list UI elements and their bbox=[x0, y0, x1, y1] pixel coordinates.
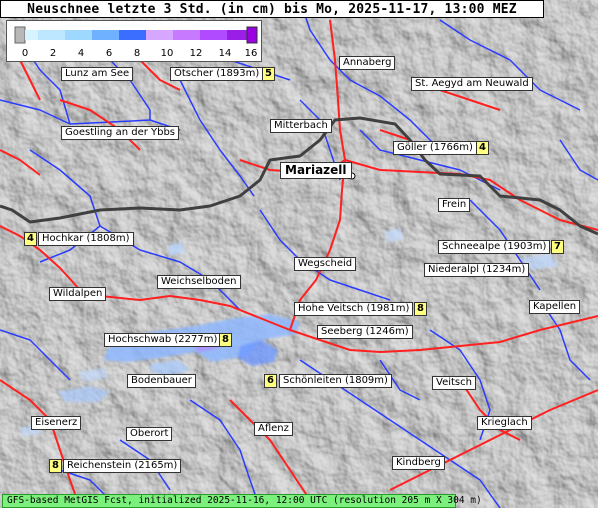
legend-tick: 14 bbox=[219, 48, 232, 59]
place-lunz-am-see[interactable]: Lunz am See bbox=[61, 67, 134, 81]
place-hochkar[interactable]: Hochkar (1808m) bbox=[38, 232, 134, 246]
snow-value-badge: 4 bbox=[24, 232, 37, 246]
place-mariazell[interactable]: Mariazell bbox=[280, 162, 352, 179]
snow-legend: 0 2 4 6 8 10 12 14 16 bbox=[6, 20, 262, 62]
snow-value-badge: 5 bbox=[262, 67, 275, 81]
place-goestling[interactable]: Goestling an der Ybbs bbox=[61, 126, 180, 140]
place-eisenerz[interactable]: Eisenerz bbox=[31, 416, 82, 430]
legend-swatch-5 bbox=[119, 30, 146, 40]
legend-tick: 0 bbox=[22, 48, 28, 59]
place-veitsch[interactable]: Veitsch bbox=[432, 376, 476, 390]
legend-colorbar: 0 2 4 6 8 10 12 14 16 bbox=[14, 26, 258, 59]
legend-swatch-1 bbox=[25, 30, 38, 40]
place-aflenz[interactable]: Aflenz bbox=[254, 422, 293, 436]
place-annaberg[interactable]: Annaberg bbox=[339, 56, 396, 70]
legend-tick: 16 bbox=[245, 48, 258, 59]
place-schneealpe[interactable]: Schneealpe (1903m) bbox=[438, 240, 551, 254]
place-niederalpl[interactable]: Niederalpl (1234m) bbox=[424, 263, 530, 277]
place-st-aegyd[interactable]: St. Aegyd am Neuwald bbox=[411, 77, 533, 91]
place-wegscheid[interactable]: Wegscheid bbox=[294, 257, 357, 271]
snow-value-badge: 4 bbox=[476, 141, 489, 155]
snow-value-badge: 8 bbox=[219, 333, 232, 347]
place-goeller[interactable]: Göller (1766m) bbox=[393, 141, 477, 155]
place-hohe-veitsch[interactable]: Hohe Veitsch (1981m) bbox=[294, 302, 414, 316]
model-info-footer: GFS-based MetGIS Fcst, initialized 2025-… bbox=[2, 494, 482, 508]
legend-swatch-7 bbox=[173, 30, 200, 40]
place-schoenleiten[interactable]: Schönleiten (1809m) bbox=[279, 374, 392, 388]
snow-value-badge: 6 bbox=[264, 374, 277, 388]
legend-swatch-2 bbox=[38, 30, 65, 40]
place-bodenbauer[interactable]: Bodenbauer bbox=[127, 374, 196, 388]
legend-tick: 8 bbox=[134, 48, 140, 59]
map-title: Neuschnee letzte 3 Std. (in cm) bis Mo, … bbox=[0, 0, 544, 18]
snow-value-badge: 8 bbox=[49, 459, 62, 473]
place-kapellen[interactable]: Kapellen bbox=[529, 300, 581, 314]
place-krieglach[interactable]: Krieglach bbox=[477, 416, 532, 430]
legend-tick: 10 bbox=[161, 48, 174, 59]
snow-value-badge: 7 bbox=[551, 240, 564, 254]
place-reichenstein[interactable]: Reichenstein (2165m) bbox=[63, 459, 182, 473]
place-mitterbach[interactable]: Mitterbach bbox=[270, 119, 332, 133]
place-wildalpen[interactable]: Wildalpen bbox=[49, 287, 107, 301]
legend-swatch-6 bbox=[146, 30, 173, 40]
legend-swatch-8 bbox=[200, 30, 227, 40]
place-kindberg[interactable]: Kindberg bbox=[392, 456, 445, 470]
legend-swatch-9 bbox=[227, 30, 247, 40]
legend-tick: 6 bbox=[106, 48, 112, 59]
place-oberort[interactable]: Oberort bbox=[126, 427, 173, 441]
place-seeberg[interactable]: Seeberg (1246m) bbox=[317, 325, 413, 339]
legend-swatch-4 bbox=[92, 30, 119, 40]
place-weichselboden[interactable]: Weichselboden bbox=[157, 275, 241, 289]
legend-swatch-0 bbox=[14, 26, 26, 44]
legend-swatch-max bbox=[246, 26, 258, 44]
place-frein[interactable]: Frein bbox=[438, 198, 471, 212]
legend-tick: 2 bbox=[50, 48, 56, 59]
legend-swatch-3 bbox=[65, 30, 92, 40]
place-oetscher[interactable]: Ötscher (1893m) bbox=[170, 67, 264, 81]
legend-tick: 12 bbox=[190, 48, 203, 59]
snow-value-badge: 8 bbox=[414, 302, 427, 316]
snow-map: Neuschnee letzte 3 Std. (in cm) bis Mo, … bbox=[0, 0, 598, 508]
legend-tick: 4 bbox=[78, 48, 84, 59]
place-hochschwab[interactable]: Hochschwab (2277m) bbox=[104, 333, 222, 347]
